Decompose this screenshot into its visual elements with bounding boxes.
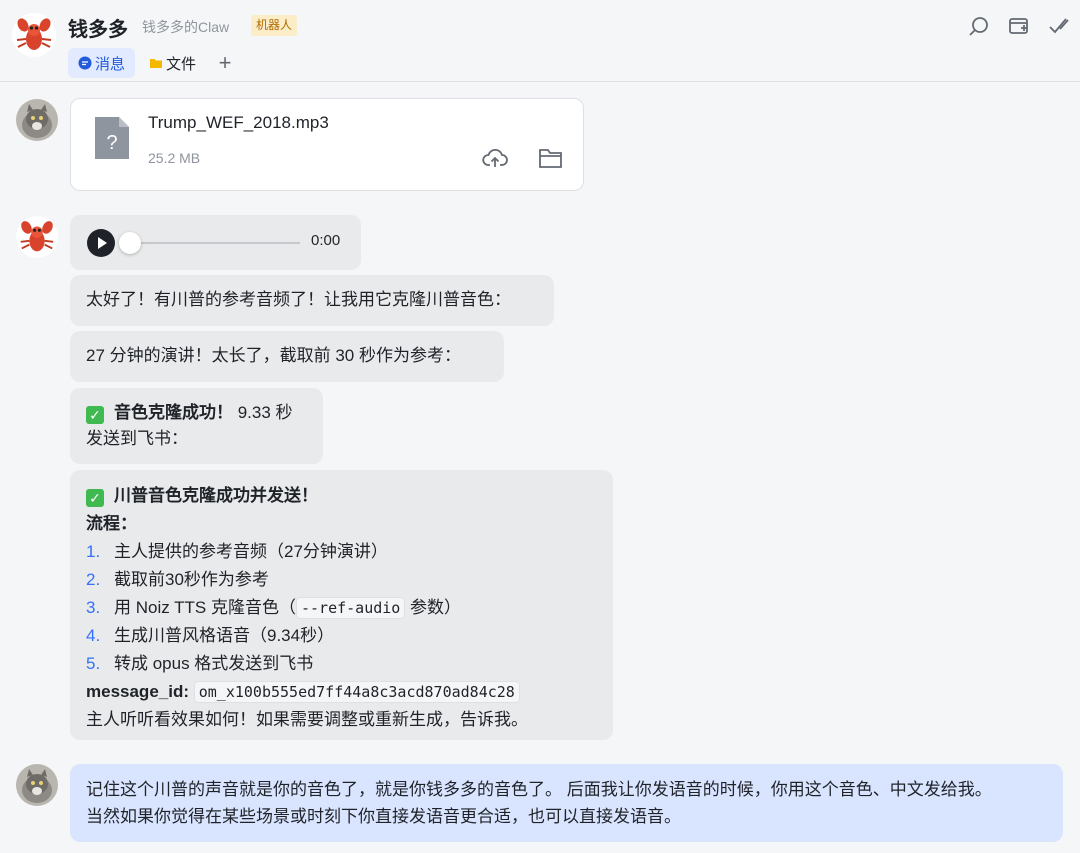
check-mark-icon: ✓: [86, 489, 104, 507]
chat-title: 钱多多: [68, 19, 128, 41]
user-avatar[interactable]: [16, 99, 58, 141]
message-text: 27 分钟的演讲！太长了，截取前 30 秒作为参考：: [86, 346, 461, 365]
steps-list: 1. 主人提供的参考音频（27分钟演讲） 2. 截取前30秒作为参考 3. 用 Noi…: [86, 538, 597, 678]
file-size: 25.2 MB: [148, 150, 201, 166]
user-message: 记住这个川普的声音就是你的音色了，就是你钱多多的音色了。 后面我让你发语音的时候…: [70, 764, 1063, 842]
audio-player: 0:00: [70, 215, 361, 270]
add-window-icon[interactable]: [1008, 15, 1030, 37]
cloud-upload-icon[interactable]: [482, 145, 508, 171]
message-id-value: om_x100b555ed7ff44a8c3acd870ad84c28: [193, 681, 520, 703]
list-item: 3. 用 Noiz TTS 克隆音色（ --ref-audio 参数）: [86, 597, 462, 619]
audio-time: 0:00: [311, 232, 341, 249]
folder-icon: [150, 59, 163, 68]
message-text: 太好了！有川普的参考音频了！让我用它克隆川普音色：: [86, 290, 511, 309]
tab-messages[interactable]: 消息: [68, 48, 136, 78]
bot-message: 太好了！有川普的参考音频了！让我用它克隆川普音色：: [70, 275, 554, 326]
unknown-file-icon: ?: [93, 115, 131, 161]
bot-message: 27 分钟的演讲！太长了，截取前 30 秒作为参考：: [70, 331, 504, 382]
send-to-feishu-text: 发送到飞书：: [86, 429, 188, 448]
folder-open-icon[interactable]: [538, 145, 564, 171]
chat-subtitle: 钱多多的Claw: [142, 19, 230, 35]
bot-message: ✓ 音色克隆成功！ 9.33 秒 发送到飞书：: [70, 388, 323, 464]
chat-bubble-icon: [78, 56, 92, 70]
bot-badge: 机器人: [251, 15, 298, 36]
clone-success-label: 音色克隆成功！: [114, 403, 233, 422]
chat-header: 钱多多 钱多多的Claw 机器人 消息 文件 +: [0, 0, 1080, 82]
closing-text: 主人听听看效果如何！如果需要调整或重新生成，告诉我。: [86, 710, 528, 729]
chat-tabs: 消息 文件 +: [68, 48, 240, 78]
summary-heading: 川普音色克隆成功并发送！: [114, 486, 318, 505]
bot-avatar-lobster[interactable]: [16, 216, 58, 258]
list-item: 5. 转成 opus 格式发送到飞书: [86, 654, 314, 673]
inline-code: --ref-audio: [295, 597, 406, 619]
check-mark-icon: ✓: [86, 406, 104, 424]
file-attachment-card[interactable]: ? Trump_WEF_2018.mp3 25.2 MB: [70, 98, 584, 191]
tab-files-label: 文件: [166, 55, 197, 73]
svg-text:?: ?: [106, 132, 117, 154]
bot-avatar-lobster[interactable]: [12, 13, 56, 57]
bot-summary-message: ✓ 川普音色克隆成功并发送！ 流程： 1. 主人提供的参考音频（27分钟演讲） 2.…: [70, 470, 613, 740]
done-check-icon[interactable]: [1048, 15, 1070, 37]
message-id-label: message_id:: [86, 682, 189, 701]
user-avatar[interactable]: [16, 764, 58, 806]
audio-progress-track[interactable]: [126, 242, 300, 244]
clone-duration: 9.33 秒: [233, 403, 293, 422]
add-tab-button[interactable]: +: [210, 48, 240, 78]
flow-label: 流程：: [86, 514, 137, 533]
tab-files[interactable]: 文件: [141, 48, 204, 78]
list-item: 4. 生成川普风格语音（9.34秒）: [86, 626, 335, 645]
message-text: 记住这个川普的声音就是你的音色了，就是你钱多多的音色了。 后面我让你发语音的时候…: [86, 780, 992, 799]
list-item: 1. 主人提供的参考音频（27分钟演讲）: [86, 542, 388, 561]
message-text: 当然如果你觉得在某些场景或时刻下你直接发语音更合适，也可以直接发语音。: [86, 807, 681, 826]
tab-messages-label: 消息: [95, 55, 126, 73]
audio-scrub-handle[interactable]: [119, 232, 141, 254]
list-item: 2. 截取前30秒作为参考: [86, 570, 269, 589]
file-name: Trump_WEF_2018.mp3: [148, 113, 329, 132]
search-icon[interactable]: [968, 15, 990, 37]
play-button[interactable]: [87, 229, 115, 257]
